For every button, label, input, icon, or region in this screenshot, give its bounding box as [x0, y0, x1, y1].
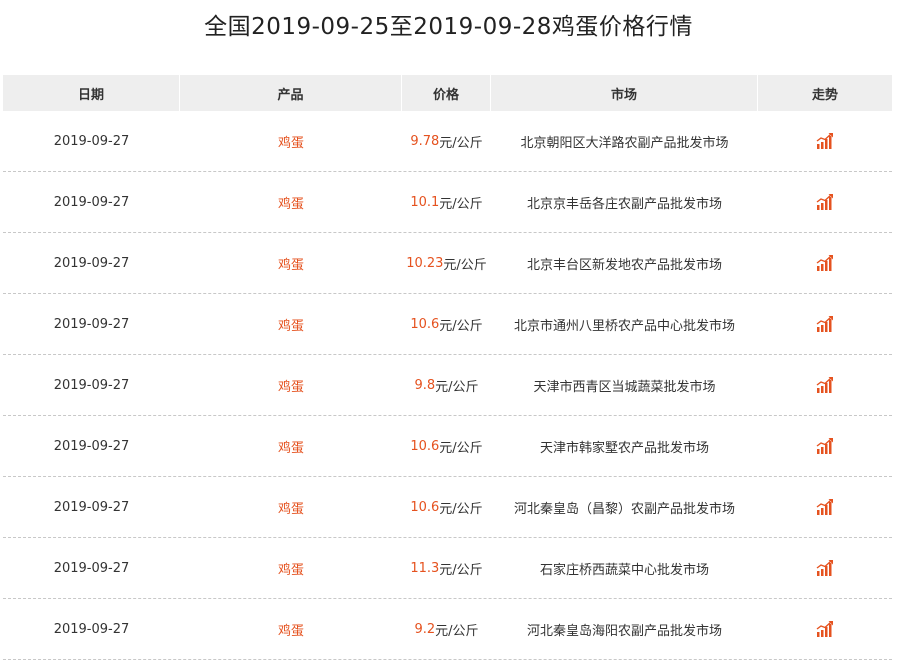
- price-value: 10.1: [410, 194, 440, 210]
- cell-date: 2019-09-27: [53, 621, 130, 637]
- table-body: 2019-09-27 鸡蛋 9.78 元/公斤 北京朝阳区大洋路农副产品批发市场 …: [3, 111, 892, 660]
- cell-price: 10.6 元/公斤: [402, 294, 491, 354]
- cell-trend: [758, 172, 892, 232]
- table-header: 日期 产品 价格 市场 走势: [3, 75, 892, 111]
- cell-product[interactable]: 鸡蛋: [180, 355, 402, 415]
- table-row: 2019-09-27 鸡蛋 9.2 元/公斤 河北秦皇岛海阳农副产品批发市场: [3, 599, 892, 660]
- price-value: 10.23: [406, 255, 444, 271]
- cell-date: 2019-09-27: [53, 133, 130, 149]
- cell-market: 天津市韩家墅农产品批发市场: [539, 440, 709, 456]
- price-value: 10.6: [410, 316, 440, 332]
- price-table: 日期 产品 价格 市场 走势 2019-09-27 鸡蛋 9.78 元/公斤 北京…: [3, 75, 892, 660]
- price-value: 9.78: [410, 133, 440, 149]
- cell-trend: [758, 477, 892, 537]
- cell-trend: [758, 294, 892, 354]
- cell-product[interactable]: 鸡蛋: [180, 538, 402, 598]
- cell-date: 2019-09-27: [53, 438, 130, 454]
- cell-date: 2019-09-27: [53, 377, 130, 393]
- trend-chart-icon[interactable]: [816, 254, 834, 272]
- header-date: 日期: [3, 75, 180, 111]
- price-unit: 元/公斤: [439, 318, 483, 334]
- header-price: 价格: [402, 75, 491, 111]
- table-row: 2019-09-27 鸡蛋 11.3 元/公斤 石家庄桥西蔬菜中心批发市场: [3, 538, 892, 599]
- price-unit: 元/公斤: [435, 379, 479, 395]
- cell-product[interactable]: 鸡蛋: [180, 599, 402, 659]
- table-row: 2019-09-27 鸡蛋 9.78 元/公斤 北京朝阳区大洋路农副产品批发市场: [3, 111, 892, 172]
- trend-chart-icon[interactable]: [816, 193, 834, 211]
- table-row: 2019-09-27 鸡蛋 10.1 元/公斤 北京京丰岳各庄农副产品批发市场: [3, 172, 892, 233]
- cell-date: 2019-09-27: [53, 499, 130, 515]
- table-row: 2019-09-27 鸡蛋 10.23 元/公斤 北京丰台区新发地农产品批发市场: [3, 233, 892, 294]
- header-trend: 走势: [811, 87, 838, 103]
- cell-price: 10.6 元/公斤: [402, 416, 491, 476]
- price-unit: 元/公斤: [439, 196, 483, 212]
- cell-market: 北京丰台区新发地农产品批发市场: [526, 257, 722, 273]
- cell-trend: [758, 416, 892, 476]
- cell-market: 北京京丰岳各庄农副产品批发市场: [526, 196, 722, 212]
- trend-chart-icon[interactable]: [816, 132, 834, 150]
- cell-market: 河北秦皇岛海阳农副产品批发市场: [526, 623, 722, 639]
- price-value: 9.2: [414, 621, 436, 637]
- cell-market: 天津市西青区当城蔬菜批发市场: [533, 379, 716, 395]
- cell-product[interactable]: 鸡蛋: [180, 172, 402, 232]
- price-value: 10.6: [410, 499, 440, 515]
- page-title: 全国2019-09-25至2019-09-28鸡蛋价格行情: [204, 14, 693, 40]
- cell-market: 石家庄桥西蔬菜中心批发市场: [539, 562, 709, 578]
- cell-trend: [758, 111, 892, 171]
- price-unit: 元/公斤: [439, 562, 483, 578]
- cell-product[interactable]: 鸡蛋: [180, 233, 402, 293]
- table-row: 2019-09-27 鸡蛋 10.6 元/公斤 北京市通州八里桥农产品中心批发市场: [3, 294, 892, 355]
- cell-price: 11.3 元/公斤: [402, 538, 491, 598]
- cell-trend: [758, 233, 892, 293]
- cell-price: 9.78 元/公斤: [402, 111, 491, 171]
- cell-price: 9.8 元/公斤: [402, 355, 491, 415]
- trend-chart-icon[interactable]: [816, 315, 834, 333]
- cell-date: 2019-09-27: [53, 316, 130, 332]
- header-market: 市场: [491, 75, 758, 111]
- price-value: 10.6: [410, 438, 440, 454]
- table-row: 2019-09-27 鸡蛋 10.6 元/公斤 河北秦皇岛（昌黎）农副产品批发市场: [3, 477, 892, 538]
- price-value: 9.8: [414, 377, 436, 393]
- cell-market: 北京市通州八里桥农产品中心批发市场: [513, 318, 735, 334]
- header-product: 产品: [180, 75, 402, 111]
- table-row: 2019-09-27 鸡蛋 9.8 元/公斤 天津市西青区当城蔬菜批发市场: [3, 355, 892, 416]
- cell-product[interactable]: 鸡蛋: [180, 477, 402, 537]
- cell-product[interactable]: 鸡蛋: [180, 111, 402, 171]
- cell-date: 2019-09-27: [53, 255, 130, 271]
- price-unit: 元/公斤: [439, 440, 483, 456]
- price-unit: 元/公斤: [439, 501, 483, 517]
- cell-price: 10.1 元/公斤: [402, 172, 491, 232]
- cell-market: 北京朝阳区大洋路农副产品批发市场: [520, 135, 729, 151]
- cell-price: 10.6 元/公斤: [402, 477, 491, 537]
- trend-chart-icon[interactable]: [816, 498, 834, 516]
- table-row: 2019-09-27 鸡蛋 10.6 元/公斤 天津市韩家墅农产品批发市场: [3, 416, 892, 477]
- cell-market: 河北秦皇岛（昌黎）农副产品批发市场: [513, 501, 735, 517]
- cell-trend: [758, 599, 892, 659]
- trend-chart-icon[interactable]: [816, 559, 834, 577]
- trend-chart-icon[interactable]: [816, 376, 834, 394]
- price-unit: 元/公斤: [435, 623, 479, 639]
- cell-date: 2019-09-27: [53, 194, 130, 210]
- cell-product[interactable]: 鸡蛋: [180, 416, 402, 476]
- price-unit: 元/公斤: [439, 135, 483, 151]
- cell-trend: [758, 538, 892, 598]
- price-value: 11.3: [410, 560, 440, 576]
- trend-chart-icon[interactable]: [816, 437, 834, 455]
- trend-chart-icon[interactable]: [816, 620, 834, 638]
- cell-price: 10.23 元/公斤: [402, 233, 491, 293]
- cell-product[interactable]: 鸡蛋: [180, 294, 402, 354]
- cell-date: 2019-09-27: [53, 560, 130, 576]
- price-unit: 元/公斤: [443, 257, 487, 273]
- cell-trend: [758, 355, 892, 415]
- cell-price: 9.2 元/公斤: [402, 599, 491, 659]
